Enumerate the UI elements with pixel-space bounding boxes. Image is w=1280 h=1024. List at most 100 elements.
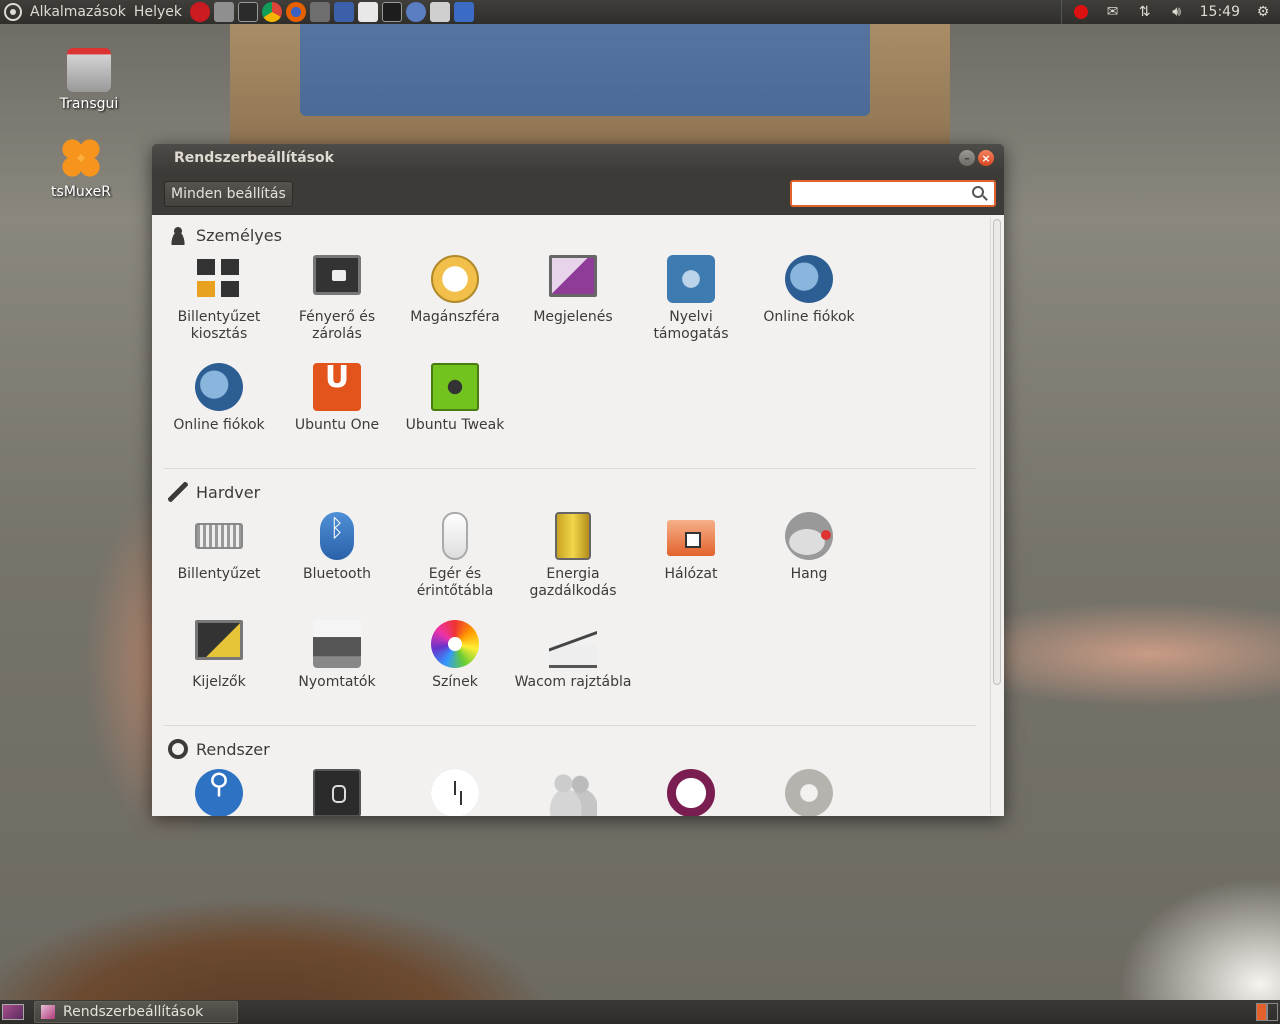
settings-item-mouse-touchpad[interactable]: Egér és érintőtábla — [396, 512, 514, 600]
close-button[interactable]: × — [978, 150, 994, 166]
taskbar-item-system-settings[interactable]: Rendszerbeállítások — [34, 1001, 238, 1023]
top-panel: Alkalmazások Helyek ✉ ⇅ 🔊︎ 15:49 ⚙ — [0, 0, 1280, 24]
scrollbar[interactable] — [990, 217, 1002, 814]
settings-item-bluetooth[interactable]: Bluetooth — [278, 512, 396, 583]
opera-icon[interactable] — [189, 2, 210, 22]
settings-item-displays[interactable]: Kijelzők — [160, 620, 278, 691]
firefox-icon[interactable] — [285, 2, 306, 22]
media-icon[interactable] — [309, 2, 330, 22]
app-icon[interactable] — [405, 2, 426, 22]
workspace-1[interactable] — [1256, 1003, 1267, 1021]
person-icon — [168, 225, 188, 245]
settings-item-brightness-lock[interactable]: Fényerő és zárolás — [278, 255, 396, 343]
item-label: Ubuntu One — [294, 417, 380, 433]
settings-item-settings-gear[interactable] — [750, 769, 868, 816]
calculator-icon[interactable] — [429, 2, 450, 22]
chrome-icon[interactable] — [261, 2, 282, 22]
settings-item-wacom[interactable]: Wacom rajztábla — [514, 620, 632, 691]
settings-item-ubuntu-one[interactable]: Ubuntu One — [278, 363, 396, 434]
volume-icon[interactable]: 🔊︎ — [1168, 3, 1186, 21]
settings-item-colors[interactable]: Színek — [396, 620, 514, 691]
network-tool-icon[interactable] — [453, 2, 474, 22]
workspace-switcher[interactable] — [1256, 1003, 1278, 1021]
section-hardware: Hardver — [164, 480, 976, 504]
ubuntu-logo-icon[interactable] — [4, 3, 22, 21]
settings-item-accessibility[interactable] — [160, 769, 278, 816]
backup-icon — [313, 769, 361, 816]
section-header: Hardver — [164, 480, 976, 504]
text-editor-icon[interactable] — [357, 2, 378, 22]
screenshot-icon[interactable] — [213, 2, 234, 22]
opera-mail-icon[interactable] — [1072, 3, 1090, 21]
settings-item-time-date[interactable] — [396, 769, 514, 816]
bluetooth-icon — [320, 512, 354, 560]
network-arrows-icon[interactable]: ⇅ — [1136, 3, 1154, 21]
terminal-icon[interactable] — [237, 2, 258, 22]
section-divider — [164, 725, 976, 726]
section-header: Rendszer — [164, 737, 976, 761]
sound-icon — [785, 512, 833, 560]
item-label: Egér és érintőtábla — [416, 566, 494, 599]
settings-item-power[interactable]: Energia gazdálkodás — [514, 512, 632, 600]
network-icon — [667, 520, 715, 556]
scrollbar-thumb[interactable] — [993, 219, 1001, 685]
desktop-icon-transgui[interactable]: Transgui — [44, 48, 134, 112]
item-label: Nyelvi támogatás — [653, 309, 729, 342]
system-monitor-icon[interactable] — [381, 2, 402, 22]
settings-item-network[interactable]: Hálózat — [632, 512, 750, 583]
section-personal: Személyes — [164, 223, 976, 247]
item-label: Billentyűzet kiosztás — [177, 309, 261, 342]
wallpaper-cushion — [300, 24, 870, 116]
settings-item-online-accounts-keys[interactable]: Online fiókok — [750, 255, 868, 326]
settings-item-keyboard[interactable]: Billentyűzet — [160, 512, 278, 583]
settings-item-printers[interactable]: Nyomtatók — [278, 620, 396, 691]
section-header: Személyes — [164, 223, 976, 247]
settings-item-language-support[interactable]: Nyelvi támogatás — [632, 255, 750, 343]
settings-item-appearance[interactable]: Megjelenés — [514, 255, 632, 326]
system-settings-window: Rendszerbeállítások – × Minden beállítás… — [152, 144, 1004, 816]
search-input[interactable] — [795, 183, 967, 204]
window-buttons: – × — [956, 150, 994, 166]
gear-icon[interactable]: ⚙ — [1254, 3, 1272, 21]
software-center-icon — [667, 769, 715, 816]
settings-item-online-accounts[interactable]: Online fiókok — [160, 363, 278, 434]
clock[interactable]: 15:49 — [1200, 4, 1240, 20]
settings-item-sound[interactable]: Hang — [750, 512, 868, 583]
minimize-button[interactable]: – — [959, 150, 975, 166]
item-label: Online fiókok — [763, 309, 855, 325]
item-label: Színek — [432, 674, 478, 690]
bottom-panel: Rendszerbeállítások — [0, 1000, 1280, 1024]
settings-item-ubuntu-tweak[interactable]: Ubuntu Tweak — [396, 363, 514, 434]
appearance-icon — [549, 255, 597, 297]
ubuntu-tweak-icon — [431, 363, 479, 411]
search-box[interactable] — [790, 180, 996, 207]
accessibility-icon — [195, 769, 243, 816]
colors-icon — [431, 620, 479, 668]
search-icon[interactable] — [972, 186, 984, 198]
ubuntu-one-icon — [313, 363, 361, 411]
item-label: Bluetooth — [303, 566, 371, 582]
desktop-icon-tsmuxer[interactable]: tsMuxeR — [36, 136, 126, 200]
panel-menu-bar: Alkalmazások Helyek — [0, 0, 190, 24]
workspace-2[interactable] — [1267, 1003, 1278, 1021]
menu-places[interactable]: Helyek — [134, 4, 182, 20]
mail-icon[interactable]: ✉ — [1104, 3, 1122, 21]
transmission-icon — [67, 48, 111, 92]
user-accounts-icon — [549, 769, 597, 816]
settings-item-software-center[interactable] — [632, 769, 750, 816]
settings-item-privacy[interactable]: Magánszféra — [396, 255, 514, 326]
window-titlebar[interactable]: Rendszerbeállítások – × — [152, 144, 1004, 172]
desktop-icon-label: tsMuxeR — [51, 184, 111, 200]
system-icon — [168, 739, 188, 759]
settings-item-user-accounts[interactable] — [514, 769, 632, 816]
brightness-lock-icon — [313, 255, 361, 295]
show-desktop-button[interactable] — [2, 1004, 24, 1020]
settings-item-keyboard-layout[interactable]: Billentyűzet kiosztás — [160, 255, 278, 343]
wacom-tablet-icon — [549, 620, 597, 668]
item-label: Wacom rajztábla — [514, 674, 632, 690]
settings-item-backup[interactable] — [278, 769, 396, 816]
menu-applications[interactable]: Alkalmazások — [30, 4, 126, 20]
select-tool-icon[interactable] — [333, 2, 354, 22]
item-label: Online fiókok — [173, 417, 265, 433]
all-settings-button[interactable]: Minden beállítás — [164, 180, 293, 207]
